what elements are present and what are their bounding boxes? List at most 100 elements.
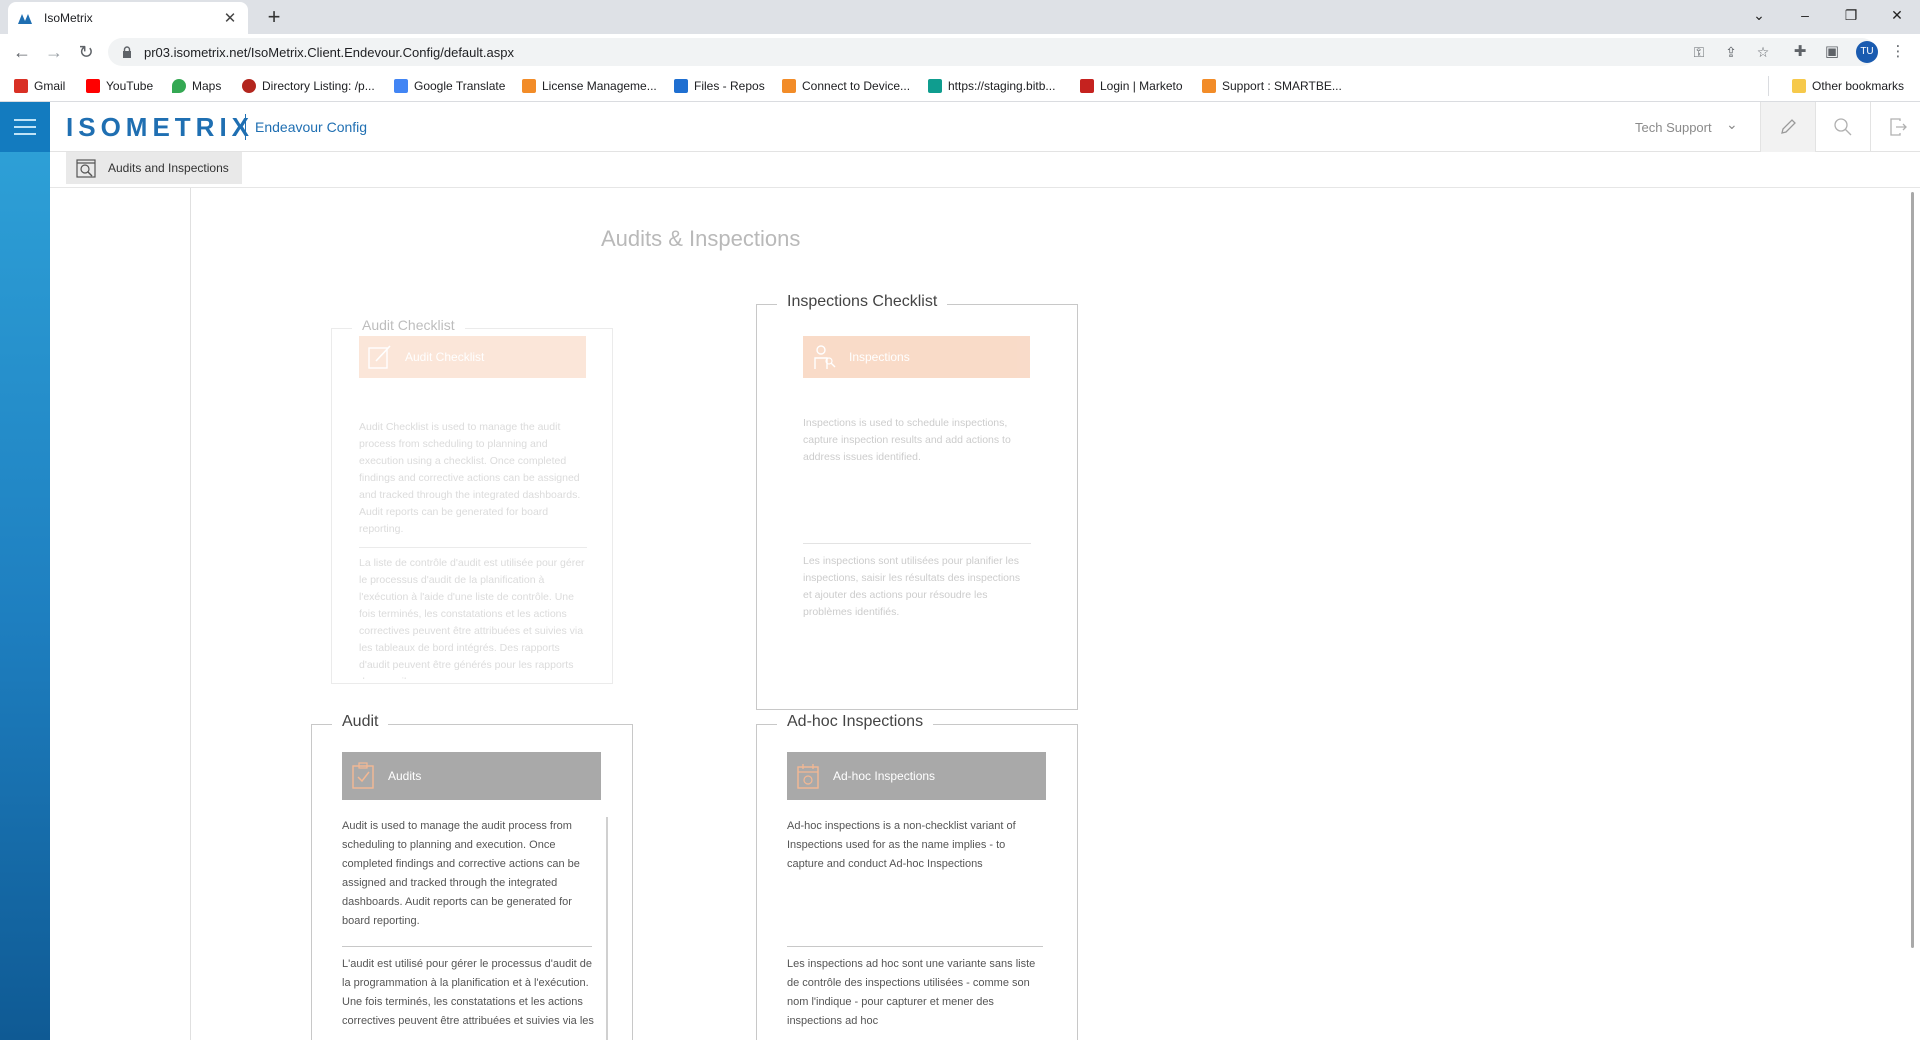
maps-pin-icon	[172, 79, 186, 93]
reload-button[interactable]: ↻	[72, 38, 100, 66]
bookmark-label: Support : SMARTBE...	[1222, 79, 1342, 93]
url-text: pr03.isometrix.net/IsoMetrix.Client.Ende…	[144, 44, 514, 60]
card-audit-checklist: Audit Checklist Audit Checklist Audit Ch…	[331, 317, 613, 684]
bookmark-label: Gmail	[34, 79, 66, 93]
audit-clipboard-icon	[352, 762, 374, 789]
browser-tab-bar: IsoMetrix ✕ + ⌄ – ❐ ✕	[0, 0, 1920, 34]
restore-button[interactable]: ❐	[1828, 0, 1874, 30]
app-sidebar	[0, 102, 50, 1040]
back-button[interactable]: ←	[8, 38, 36, 66]
app-name: Endeavour Config	[255, 119, 368, 135]
pencil-icon	[1781, 119, 1796, 134]
bookmark-google-translate[interactable]: Google Translate	[394, 77, 505, 95]
card-description-fr: La liste de contrôle d'audit est utilisé…	[359, 557, 585, 679]
main-content: Audits & Inspections Audit Checklist Aud…	[190, 188, 1910, 1040]
bookmark-license-management[interactable]: License Manageme...	[522, 77, 657, 95]
app-header: ISOMETRIX Endeavour Config Tech Support …	[50, 102, 1920, 152]
card-legend: Ad-hoc Inspections	[777, 713, 934, 731]
bookmark-gmail[interactable]: Gmail	[14, 77, 65, 95]
bookmark-label: Connect to Device...	[802, 79, 911, 93]
profile-avatar[interactable]: TU	[1856, 41, 1878, 63]
adhoc-calendar-icon	[797, 764, 819, 789]
close-window-button[interactable]: ✕	[1874, 0, 1920, 30]
card-separator	[342, 946, 592, 947]
card-legend: Audit	[332, 713, 389, 731]
breadcrumb-audits-inspections[interactable]: Audits and Inspections	[66, 152, 242, 184]
card-inspections-checklist: Inspections Checklist Inspections Inspec…	[756, 293, 1078, 710]
button-label: Inspections	[849, 350, 910, 364]
google-translate-icon	[394, 79, 408, 93]
card-legend: Audit Checklist	[352, 317, 465, 333]
card-separator	[359, 547, 587, 548]
bookmark-support-smartbear[interactable]: Support : SMARTBE...	[1202, 77, 1342, 95]
bookmark-marketo[interactable]: Login | Marketo	[1080, 77, 1183, 95]
bookmark-label: Google Translate	[414, 79, 506, 93]
bookmark-maps[interactable]: Maps	[172, 77, 221, 95]
card-description-fr: L'audit est utilisé pour gérer le proces…	[342, 958, 594, 1035]
button-label: Ad-hoc Inspections	[833, 769, 936, 783]
card-description-fr: Les inspections sont utilisées pour plan…	[803, 555, 1021, 618]
bookmark-label: YouTube	[106, 79, 154, 93]
search-button[interactable]	[1815, 102, 1870, 152]
lock-icon	[123, 46, 131, 58]
bookmark-label: License Manageme...	[542, 79, 657, 93]
content-scrollbar[interactable]	[1910, 188, 1920, 1040]
minimize-button[interactable]: –	[1782, 0, 1828, 30]
card-separator	[787, 946, 1043, 947]
inspections-button[interactable]: Inspections	[803, 336, 1030, 378]
user-menu-label[interactable]: Tech Support	[1635, 120, 1712, 135]
audits-button[interactable]: Audits	[342, 752, 601, 800]
card-description-en: Audit is used to manage the audit proces…	[342, 820, 580, 927]
other-bookmarks-label: Other bookmarks	[1812, 79, 1905, 93]
bookmark-files-repos[interactable]: Files - Repos	[674, 77, 765, 95]
key-icon[interactable]: ⚿	[1690, 44, 1708, 60]
license-icon	[522, 79, 536, 93]
hamburger-menu-button[interactable]	[0, 102, 50, 152]
bookmark-label: Maps	[192, 79, 222, 93]
adhoc-inspections-button[interactable]: Ad-hoc Inspections	[787, 752, 1046, 800]
card-description-fr: Les inspections ad hoc sont une variante…	[787, 958, 1036, 1027]
card-description-en: Audit Checklist is used to manage the au…	[359, 421, 581, 535]
bookmark-star-icon[interactable]: ☆	[1754, 44, 1772, 60]
bookmark-staging-bitbucket[interactable]: https://staging.bitb...	[928, 77, 1055, 95]
staging-icon	[928, 79, 942, 93]
side-panel-icon[interactable]: ▣	[1822, 42, 1842, 62]
bookmark-label: Files - Repos	[694, 79, 765, 93]
forward-button[interactable]: →	[40, 38, 68, 66]
new-tab-button[interactable]: +	[260, 3, 288, 31]
tab-search-icon[interactable]: ⌄	[1736, 0, 1782, 30]
other-bookmarks[interactable]: Other bookmarks	[1792, 77, 1904, 95]
chrome-menu-icon[interactable]: ⋮	[1888, 42, 1908, 62]
share-icon[interactable]: ⇪	[1722, 44, 1740, 60]
directory-icon	[242, 79, 256, 93]
browser-tab[interactable]: IsoMetrix ✕	[8, 2, 248, 34]
tab-close-icon[interactable]: ✕	[222, 9, 238, 27]
logout-icon	[1890, 118, 1907, 136]
card-description-en: Inspections is used to schedule inspecti…	[803, 417, 1011, 463]
scrollbar-thumb[interactable]	[1911, 192, 1914, 948]
isometrix-logo[interactable]: ISOMETRIX	[66, 112, 254, 143]
audit-checklist-button[interactable]: Audit Checklist	[359, 336, 586, 378]
folder-icon	[1792, 79, 1806, 93]
button-label: Audit Checklist	[405, 350, 485, 364]
address-bar[interactable]: pr03.isometrix.net/IsoMetrix.Client.Ende…	[108, 38, 1876, 66]
bookmark-directory-listing[interactable]: Directory Listing: /p...	[242, 77, 375, 95]
bookmarks-bar: Gmail YouTube Maps Directory Listing: /p…	[0, 70, 1920, 102]
page-title: Audits & Inspections	[601, 226, 801, 251]
edit-button[interactable]	[1760, 102, 1815, 152]
tab-title: IsoMetrix	[44, 11, 93, 25]
card-legend: Inspections Checklist	[777, 293, 948, 311]
bookmarks-divider	[1768, 76, 1769, 96]
chevron-down-icon[interactable]: ⌄	[1726, 116, 1738, 133]
logo-divider	[245, 114, 246, 140]
extensions-icon[interactable]: ✚	[1790, 42, 1810, 62]
scroll-indicator	[606, 817, 608, 1040]
bookmark-label: Login | Marketo	[1100, 79, 1183, 93]
card-adhoc-inspections: Ad-hoc Inspections Ad-hoc Inspections Ad…	[756, 713, 1078, 1040]
search-icon	[1834, 118, 1852, 136]
logout-button[interactable]	[1870, 102, 1920, 152]
bookmark-label: https://staging.bitb...	[948, 79, 1056, 93]
bookmark-youtube[interactable]: YouTube	[86, 77, 153, 95]
card-description-en: Ad-hoc inspections is a non-checklist va…	[787, 820, 1016, 870]
bookmark-connect-to-device[interactable]: Connect to Device...	[782, 77, 910, 95]
